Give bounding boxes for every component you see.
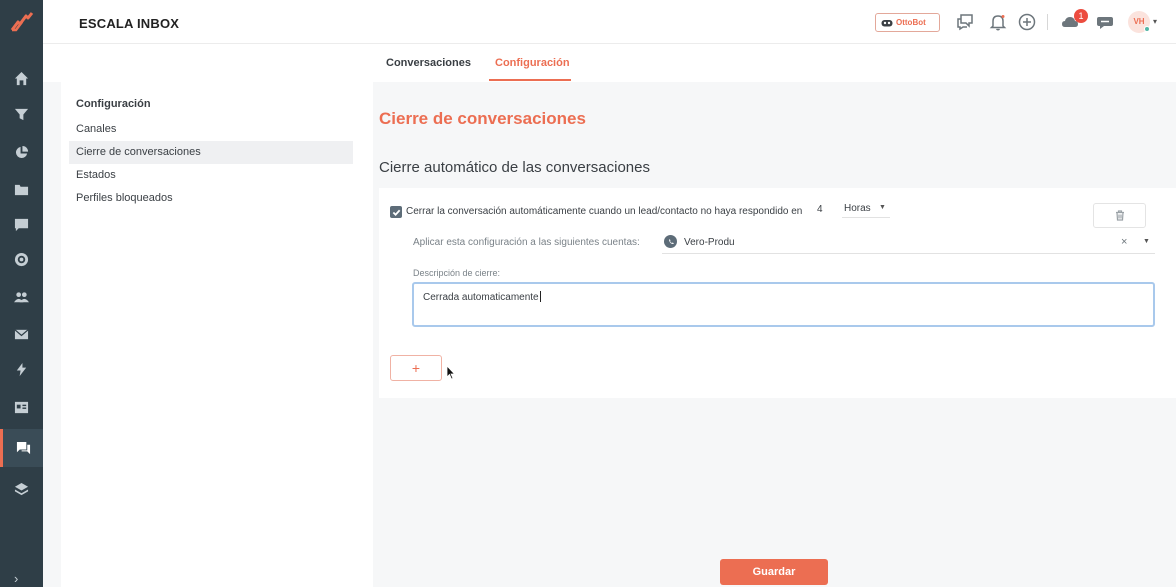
add-rule-button[interactable]: + bbox=[390, 355, 442, 381]
trash-icon bbox=[1115, 210, 1124, 221]
users-icon bbox=[14, 291, 29, 302]
app-title: ESCALA INBOX bbox=[79, 16, 180, 31]
mouse-cursor-icon bbox=[446, 365, 456, 380]
close-rule-card: Cerrar la conversación automáticamente c… bbox=[379, 188, 1176, 398]
left-nav: › bbox=[0, 0, 43, 587]
nav-users[interactable] bbox=[0, 279, 43, 315]
folder-icon bbox=[14, 184, 29, 195]
auto-close-label: Cerrar la conversación automáticamente c… bbox=[406, 206, 803, 217]
tab-bar: Conversaciones Configuración bbox=[43, 44, 1176, 82]
nav-automations[interactable] bbox=[0, 351, 43, 387]
bot-icon bbox=[881, 20, 893, 27]
notification-badge: 1 bbox=[1074, 9, 1088, 23]
sidebar-item-estados[interactable]: Estados bbox=[69, 164, 353, 187]
conversations-button[interactable] bbox=[955, 12, 975, 32]
logo-icon[interactable] bbox=[10, 12, 34, 32]
chevron-down-icon[interactable]: ▼ bbox=[879, 204, 886, 211]
description-value: Cerrada automaticamente bbox=[423, 292, 539, 303]
tab-conversaciones[interactable]: Conversaciones bbox=[386, 57, 471, 69]
sidebar-item-perfiles[interactable]: Perfiles bloqueados bbox=[69, 187, 353, 210]
sidebar-item-cierre[interactable]: Cierre de conversaciones bbox=[69, 141, 353, 164]
whatsapp-icon bbox=[664, 235, 677, 248]
layers-icon bbox=[14, 482, 29, 495]
bell-icon bbox=[989, 15, 1007, 31]
add-button[interactable] bbox=[1017, 12, 1037, 32]
nav-folders[interactable] bbox=[0, 171, 43, 207]
chat-bubbles-icon bbox=[16, 441, 30, 454]
description-textarea[interactable]: Cerrada automaticamente bbox=[412, 282, 1155, 327]
chevron-down-icon[interactable]: ▼ bbox=[1143, 238, 1150, 245]
sidebar-item-canales[interactable]: Canales bbox=[69, 118, 353, 141]
mail-icon bbox=[14, 328, 29, 339]
target-icon bbox=[14, 252, 29, 266]
nav-mail[interactable] bbox=[0, 316, 43, 352]
accounts-label: Aplicar esta configuración a las siguien… bbox=[413, 237, 640, 248]
ottobot-label: OttoBot bbox=[896, 18, 926, 27]
lightning-icon bbox=[16, 362, 27, 376]
check-icon bbox=[392, 209, 400, 216]
expand-nav-button[interactable]: › bbox=[14, 572, 18, 585]
ottobot-button[interactable]: OttoBot bbox=[875, 13, 940, 32]
pie-chart-icon bbox=[15, 145, 29, 158]
description-label: Descripción de cierre: bbox=[413, 268, 501, 278]
nav-news[interactable] bbox=[0, 389, 43, 425]
topbar: ESCALA INBOX OttoBot 1 VH ▾ bbox=[43, 0, 1176, 44]
settings-heading: Configuración bbox=[76, 98, 151, 110]
tab-configuracion[interactable]: Configuración bbox=[495, 57, 570, 69]
page-title: Cierre de conversaciones bbox=[379, 109, 586, 128]
nav-home[interactable] bbox=[0, 60, 43, 96]
settings-sidebar: Configuración Canales Cierre de conversa… bbox=[61, 82, 373, 587]
auto-close-checkbox[interactable] bbox=[390, 206, 402, 218]
nav-layers[interactable] bbox=[0, 471, 43, 507]
support-button[interactable] bbox=[1095, 12, 1115, 32]
message-square-icon bbox=[14, 218, 29, 231]
hours-input[interactable]: 4 bbox=[815, 202, 837, 218]
clear-icon[interactable]: × bbox=[1121, 236, 1127, 248]
plus-circle-icon bbox=[1018, 13, 1036, 31]
account-select[interactable]: Vero-Produ × ▼ bbox=[662, 232, 1155, 254]
nav-messages[interactable] bbox=[0, 206, 43, 242]
online-status-icon bbox=[1144, 26, 1150, 32]
chat-icon bbox=[957, 14, 973, 31]
active-tab-indicator bbox=[489, 79, 571, 81]
text-caret bbox=[539, 291, 541, 302]
nav-filter[interactable] bbox=[0, 96, 43, 132]
news-icon bbox=[14, 401, 29, 413]
support-chat-icon bbox=[1097, 17, 1113, 29]
chevron-down-icon[interactable]: ▾ bbox=[1153, 17, 1157, 26]
divider bbox=[1047, 14, 1048, 30]
home-icon bbox=[14, 71, 29, 85]
nav-target[interactable] bbox=[0, 241, 43, 277]
notifications-button[interactable] bbox=[988, 12, 1008, 32]
nav-inbox[interactable] bbox=[0, 429, 43, 467]
subsection-title: Cierre automático de las conversaciones bbox=[379, 159, 650, 176]
selected-account: Vero-Produ bbox=[684, 237, 735, 248]
delete-rule-button[interactable] bbox=[1093, 203, 1146, 228]
filter-icon bbox=[14, 108, 29, 120]
nav-reports[interactable] bbox=[0, 134, 43, 170]
save-button[interactable]: Guardar bbox=[720, 559, 828, 585]
